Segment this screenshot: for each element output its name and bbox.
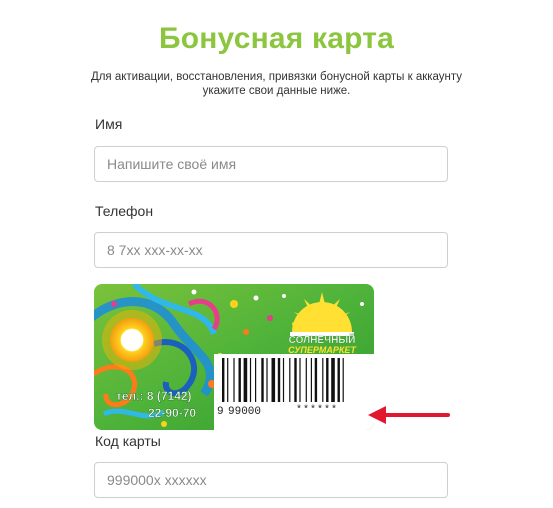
barcode-bar (331, 358, 335, 402)
barcode-bar (222, 358, 225, 402)
barcode-digit: 9 (217, 406, 224, 418)
red-arrow-icon (368, 406, 450, 424)
barcode-bar (282, 358, 285, 402)
card-phone-line1: тел.: 8 (7142) (116, 389, 192, 403)
barcode-bar (326, 358, 329, 402)
barcode-bar (310, 358, 312, 402)
barcode-bar (337, 358, 340, 402)
barcode-bar (249, 358, 252, 402)
card-brand-line2: СУПЕРМАРКЕТ (288, 345, 357, 355)
barcode-number: 99000 (228, 406, 261, 418)
card-phone-line2: 22-90-70 (148, 406, 196, 420)
barcode-bar (289, 358, 291, 402)
barcode-bar (261, 358, 264, 402)
card-code-label: Код карты (95, 433, 161, 449)
card-code-input[interactable] (94, 462, 448, 498)
barcode-bar (342, 358, 344, 402)
barcode-bar (243, 358, 248, 402)
barcode-bar (266, 358, 268, 402)
barcode-bar (255, 358, 257, 402)
barcode-bar (314, 358, 318, 402)
barcode-bar (294, 358, 297, 402)
barcode-bar (305, 358, 307, 402)
barcode-bar (322, 358, 324, 402)
barcode-bar (238, 358, 241, 402)
subtitle-line: Для активации, восстановления, привязки … (90, 71, 463, 83)
phone-input[interactable] (94, 232, 448, 268)
name-label: Имя (95, 116, 123, 132)
name-input[interactable] (94, 146, 448, 182)
barcode-bar (227, 358, 229, 402)
barcode-bar (233, 358, 235, 402)
barcode-masked: ****** (296, 404, 338, 416)
phone-label: Телефон (95, 203, 154, 219)
barcode-bar (271, 358, 276, 402)
barcode-bar (277, 358, 281, 402)
page-title: Бонусная карта (158, 22, 395, 55)
subtitle-line: укажите свои данные ниже. (202, 85, 351, 97)
page-subtitle: Для активации, восстановления, привязки … (40, 70, 513, 98)
barcode-bar (299, 358, 301, 402)
bonus-card-image: СОЛНЕЧНЫЙ СУПЕРМАРКЕТ 9 99000 ****** тел… (94, 284, 374, 430)
